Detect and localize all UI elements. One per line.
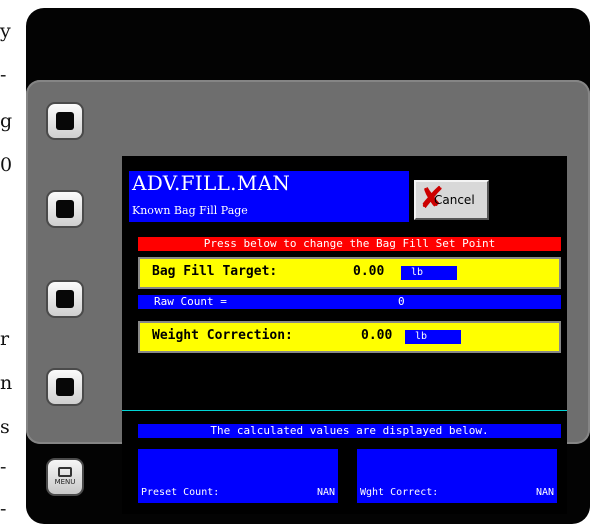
page-edge-fragment: - xyxy=(0,64,7,86)
softkey-face xyxy=(56,112,74,130)
page-edge-fragment: g xyxy=(0,110,13,132)
device-bezel: ADV.FILL.MAN Known Bag Fill Page ✘ Cance… xyxy=(26,8,590,524)
menu-button[interactable]: MENU xyxy=(46,458,84,496)
preset-count-box: Preset Count: NAN xyxy=(138,449,338,503)
page-edge-fragment: s xyxy=(0,416,10,438)
softkey-face xyxy=(56,200,74,218)
page-title: ADV.FILL.MAN xyxy=(132,171,291,195)
display-screen: ADV.FILL.MAN Known Bag Fill Page ✘ Cance… xyxy=(122,156,567,514)
page-edge-fragment: n xyxy=(0,372,13,394)
page-edge-fragment: - xyxy=(0,498,7,520)
softkey-3[interactable] xyxy=(46,280,84,318)
bag-fill-target-label: Bag Fill Target: xyxy=(152,264,278,279)
device-panel: ADV.FILL.MAN Known Bag Fill Page ✘ Cance… xyxy=(26,80,590,514)
weight-correction-field[interactable]: Weight Correction: 0.00 lb xyxy=(138,321,561,353)
menu-icon xyxy=(58,467,72,477)
page-edge-fragment: 0 xyxy=(0,154,13,176)
bag-fill-target-field[interactable]: Bag Fill Target: 0.00 lb xyxy=(138,257,561,289)
page-edge-fragment: y xyxy=(0,20,11,42)
wght-correct-label: Wght Correct: xyxy=(360,487,439,498)
weight-correction-label: Weight Correction: xyxy=(152,328,293,343)
bag-fill-target-value: 0.00 xyxy=(353,264,385,279)
menu-label: MENU xyxy=(54,478,76,486)
wght-correct-box: Wght Correct: NAN xyxy=(357,449,557,503)
wght-correct-value: NAN xyxy=(535,487,554,498)
cancel-label: Cancel xyxy=(434,193,475,207)
preset-count-label: Preset Count: xyxy=(141,487,220,498)
raw-count-value: 0 xyxy=(398,295,405,308)
raw-count-bar: Raw Count = 0 xyxy=(138,295,561,309)
cancel-button[interactable]: ✘ Cancel xyxy=(414,180,489,220)
softkey-face xyxy=(56,378,74,396)
page-edge-fragment: r xyxy=(0,328,10,350)
softkey-4[interactable] xyxy=(46,368,84,406)
title-bar: ADV.FILL.MAN Known Bag Fill Page xyxy=(129,171,409,222)
calculated-values-notice: The calculated values are displayed belo… xyxy=(138,424,561,438)
softkey-1[interactable] xyxy=(46,102,84,140)
instruction-banner: Press below to change the Bag Fill Set P… xyxy=(138,237,561,251)
divider-line xyxy=(122,410,567,411)
softkey-2[interactable] xyxy=(46,190,84,228)
page-edge-fragment: - xyxy=(0,456,7,478)
preset-count-value: NAN xyxy=(316,487,335,498)
bag-fill-unit: lb xyxy=(401,266,457,280)
raw-count-label: Raw Count = xyxy=(154,295,227,308)
softkey-face xyxy=(56,290,74,308)
weight-correction-value: 0.00 xyxy=(361,328,393,343)
weight-correction-unit: lb xyxy=(405,330,461,344)
page-subtitle: Known Bag Fill Page xyxy=(132,204,248,217)
